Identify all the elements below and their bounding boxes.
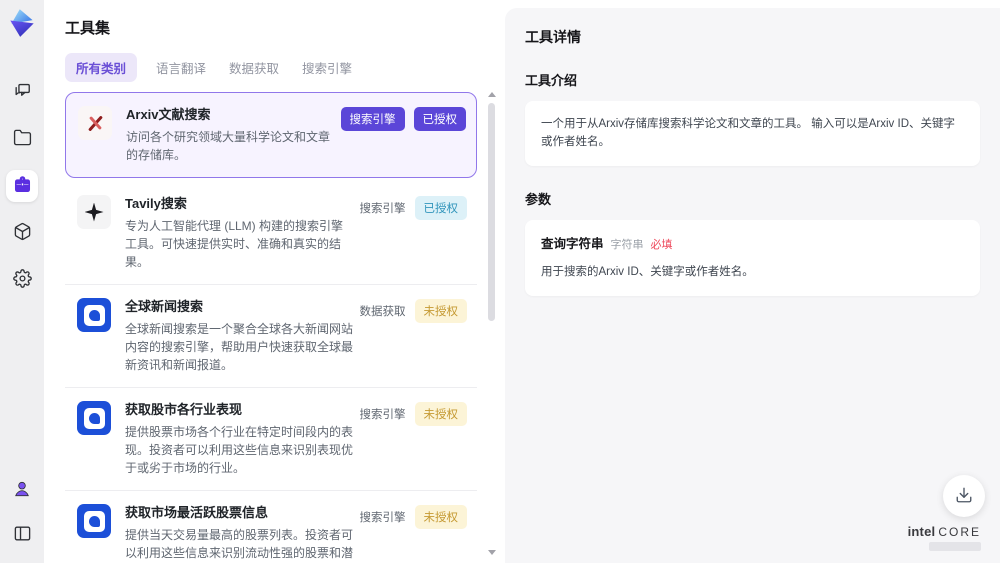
- panel-collapse-icon: [13, 524, 32, 546]
- tool-list: Arxiv文献搜索 访问各个研究领域大量科学论文和文章的存储库。 搜索引擎 已授…: [65, 92, 477, 563]
- tool-icon: [77, 504, 111, 538]
- sidebar-item-files[interactable]: [6, 123, 38, 155]
- tool-description: 专为人工智能代理 (LLM) 构建的搜索引擎工具。可快速提供实时、准确和真实的结…: [125, 219, 344, 269]
- scroll-up-arrow[interactable]: [487, 92, 496, 97]
- download-button[interactable]: [943, 475, 985, 517]
- folder-icon: [13, 128, 32, 150]
- sidebar-collapse-button[interactable]: [6, 519, 38, 551]
- tool-intro-box: 一个用于从Arxiv存储库搜索科学论文和文章的工具。 输入可以是Arxiv ID…: [525, 101, 980, 166]
- tool-name: 获取市场最活跃股票信息: [125, 505, 269, 520]
- chat-icon: [13, 81, 32, 103]
- brand-core-text: core: [938, 525, 981, 539]
- tool-name: Tavily搜索: [125, 196, 187, 211]
- page-title: 工具集: [65, 20, 111, 37]
- tool-name: Arxiv文献搜索: [126, 107, 211, 122]
- tool-description: 全球新闻搜索是一个聚合全球各大新闻网站内容的搜索引擎，帮助用户快速获取全球最新资…: [125, 322, 354, 372]
- auth-status-badge: 未授权: [414, 402, 467, 426]
- scrollbar-thumb[interactable]: [488, 103, 495, 321]
- tool-list-panel: 工具集 所有类别 语言翻译 数据获取 搜索引擎 Arxiv文献搜索 访问各个研究…: [44, 0, 505, 563]
- auth-status-badge: 未授权: [414, 505, 467, 529]
- parameter-box: 查询字符串 字符串 必填 用于搜索的Arxiv ID、关键字或作者姓名。: [525, 219, 980, 296]
- intro-heading: 工具介绍: [525, 73, 578, 88]
- brand-intel-text: intel: [907, 524, 936, 539]
- category-tabs: 所有类别 语言翻译 数据获取 搜索引擎: [65, 53, 477, 82]
- category-tab[interactable]: 语言翻译: [152, 53, 210, 82]
- parameter-description: 用于搜索的Arxiv ID、关键字或作者姓名。: [541, 266, 754, 279]
- parameter-required-badge: 必填: [650, 238, 673, 251]
- tool-card[interactable]: 获取股市各行业表现 提供股票市场各个行业在特定时间段内的表现。投资者可以利用这些…: [65, 388, 477, 491]
- category-badge: 搜索引擎: [359, 512, 406, 524]
- category-badge: 搜索引擎: [359, 409, 406, 421]
- parameter-type: 字符串: [610, 238, 644, 251]
- user-avatar-icon: [12, 479, 32, 502]
- sidebar-item-chat[interactable]: [6, 76, 38, 108]
- category-badge: 数据获取: [359, 306, 406, 318]
- tool-card[interactable]: Arxiv文献搜索 访问各个研究领域大量科学论文和文章的存储库。 搜索引擎 已授…: [65, 92, 477, 178]
- tool-card[interactable]: 全球新闻搜索 全球新闻搜索是一个聚合全球各大新闻网站内容的搜索引擎，帮助用户快速…: [65, 285, 477, 388]
- sidebar-item-packages[interactable]: [6, 217, 38, 249]
- sidebar: [0, 0, 44, 563]
- brand-gem-logo: [7, 8, 37, 38]
- params-heading: 参数: [525, 191, 552, 207]
- app-window: 工具集 所有类别 语言翻译 数据获取 搜索引擎 Arxiv文献搜索 访问各个研究…: [0, 0, 1000, 563]
- intel-core-logo: intel core: [908, 524, 981, 551]
- brand-subtext: [929, 542, 981, 551]
- sidebar-item-account[interactable]: [6, 474, 38, 506]
- tool-icon: [77, 298, 111, 332]
- tool-icon: [77, 195, 111, 229]
- tool-description: 提供股票市场各个行业在特定时间段内的表现。投资者可以利用这些信息来识别表现优于或…: [125, 425, 354, 475]
- scroll-down-arrow[interactable]: [487, 550, 496, 555]
- tool-description: 访问各个研究领域大量科学论文和文章的存储库。: [126, 130, 331, 162]
- tool-name: 全球新闻搜索: [125, 299, 204, 314]
- auth-status-badge: 已授权: [414, 196, 467, 220]
- cube-icon: [13, 222, 32, 244]
- sidebar-item-tools[interactable]: [6, 170, 38, 202]
- category-tab[interactable]: 数据获取: [225, 53, 283, 82]
- tool-card[interactable]: 获取市场最活跃股票信息 提供当天交易量最高的股票列表。投资者可以利用这些信息来识…: [65, 491, 477, 563]
- download-icon: [955, 486, 973, 507]
- briefcase-icon: [13, 175, 32, 197]
- tool-description: 提供当天交易量最高的股票列表。投资者可以利用这些信息来识别流动性强的股票和潜在的…: [125, 528, 354, 560]
- tool-name: 获取股市各行业表现: [125, 402, 243, 417]
- tool-card[interactable]: Tavily搜索 专为人工智能代理 (LLM) 构建的搜索引擎工具。可快速提供实…: [65, 182, 477, 285]
- tool-icon: [78, 106, 112, 140]
- category-tab[interactable]: 所有类别: [65, 53, 138, 82]
- tool-icon: [77, 401, 111, 435]
- category-badge: 搜索引擎: [340, 107, 405, 131]
- category-badge: 搜索引擎: [359, 203, 406, 215]
- gear-icon: [12, 269, 32, 291]
- sidebar-item-settings[interactable]: [6, 264, 38, 296]
- tool-intro-text: 一个用于从Arxiv存储库搜索科学论文和文章的工具。 输入可以是Arxiv ID…: [541, 118, 955, 149]
- category-tab[interactable]: 搜索引擎: [298, 53, 356, 82]
- detail-title: 工具详情: [525, 29, 581, 45]
- auth-status-badge: 未授权: [414, 299, 467, 323]
- auth-status-badge: 已授权: [413, 107, 466, 131]
- tool-detail-panel: 工具详情 工具介绍 一个用于从Arxiv存储库搜索科学论文和文章的工具。 输入可…: [505, 8, 1000, 563]
- list-scrollbar[interactable]: [487, 92, 496, 555]
- parameter-name: 查询字符串: [541, 236, 604, 251]
